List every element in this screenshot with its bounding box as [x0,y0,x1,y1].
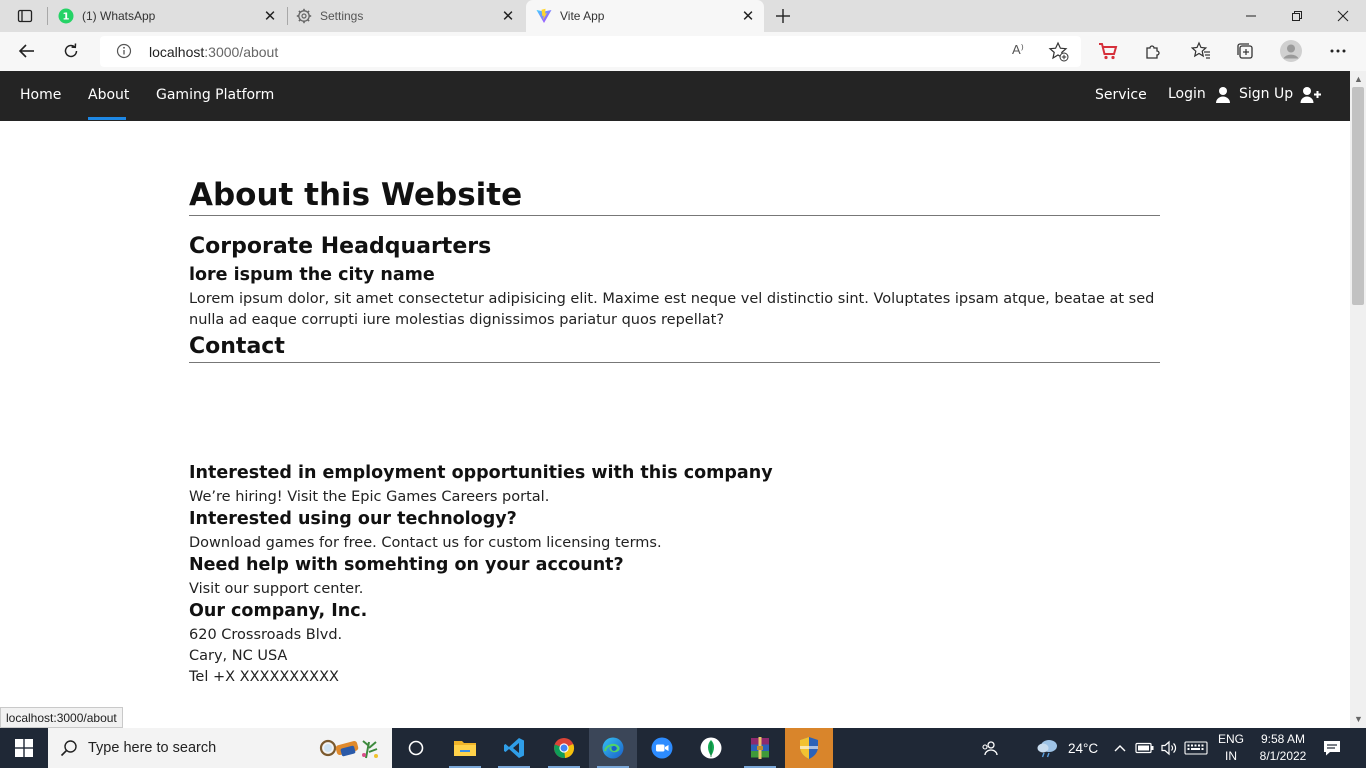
address-bar-row: localhost:3000/about A⁾ [0,32,1366,71]
company-heading: Our company, Inc. [189,601,368,621]
more-options-icon[interactable] [1325,38,1351,64]
refresh-icon[interactable] [56,36,86,66]
language-code: ENG [1217,732,1244,746]
url-text: localhost:3000/about [149,44,279,60]
active-nav-indicator [88,117,126,120]
tab-actions-icon[interactable] [8,4,42,28]
close-tab-icon[interactable]: ✕ [740,8,756,25]
web-page: Home About Gaming Platform Service Login… [0,71,1350,728]
tab-vite-app[interactable]: Vite App ✕ [526,0,764,32]
windows-taskbar: Type here to search 24°C ENG IN 9:58 AM … [0,728,1366,768]
tab-label: (1) WhatsApp [82,9,156,23]
user-icon[interactable] [1214,86,1232,104]
scroll-up-icon[interactable]: ▲ [1354,75,1363,84]
favorites-icon[interactable] [1188,38,1214,64]
nav-home-link[interactable]: Home [20,87,61,103]
mongodb-compass-icon[interactable] [687,728,735,768]
vite-logo-icon [536,8,552,24]
extensions-icon[interactable] [1140,38,1166,64]
help-text: Visit our support center. [189,581,364,597]
task-view-icon[interactable] [392,728,440,768]
hq-heading: Corporate Headquarters [189,234,492,259]
cloud-rain-icon [1037,740,1057,758]
close-tab-icon[interactable]: ✕ [262,8,278,25]
user-plus-icon[interactable] [1300,86,1322,104]
clock-date: 8/1/2022 [1259,749,1307,763]
help-heading: Need help with somehting on your account… [189,555,624,575]
add-favorite-icon[interactable] [1048,41,1070,63]
language-indicator[interactable]: ENG IN [1216,731,1246,765]
speaker-icon[interactable] [1160,728,1178,768]
restore-icon[interactable] [1274,0,1320,32]
search-highlight-illustration [316,734,386,762]
page-scrollbar[interactable]: ▲ ▼ [1350,71,1366,728]
shopping-cart-icon[interactable] [1095,38,1121,64]
tab-label: Settings [320,9,364,23]
collections-icon[interactable] [1232,38,1258,64]
contact-divider [189,362,1160,363]
scroll-down-icon[interactable]: ▼ [1354,715,1363,724]
back-arrow-icon[interactable] [12,36,42,66]
browser-tab-strip: 1 (1) WhatsApp ✕ Settings ✕ Vite App ✕ [0,0,1366,32]
gear-icon [296,8,312,24]
minimize-icon[interactable] [1228,0,1274,32]
site-navbar: Home About Gaming Platform Service Login… [0,71,1350,121]
info-icon[interactable] [116,43,132,59]
nav-service-link[interactable]: Service [1095,87,1147,103]
people-icon[interactable] [980,728,998,768]
edge-icon[interactable] [589,728,637,768]
vscode-icon[interactable] [490,728,538,768]
new-tab-button[interactable] [772,5,794,27]
svg-text:1: 1 [63,12,70,23]
windows-start-icon[interactable] [0,728,48,768]
address-line-1: 620 Crossroads Blvd. [189,627,343,643]
tab-label: Vite App [560,9,605,23]
employment-text: We’re hiring! Visit the Epic Games Caree… [189,489,550,505]
nav-signup-link[interactable]: Sign Up [1239,86,1293,102]
link-status-tooltip: localhost:3000/about [0,707,123,728]
profile-avatar[interactable] [1278,38,1304,64]
tab-whatsapp[interactable]: 1 (1) WhatsApp ✕ [50,0,286,32]
winrar-icon[interactable] [736,728,784,768]
nav-about-link[interactable]: About [88,87,129,103]
battery-icon[interactable] [1135,728,1155,768]
close-tab-icon[interactable]: ✕ [500,8,516,25]
nav-gaming-platform-link[interactable]: Gaming Platform [156,87,274,103]
phone-number: Tel +X XXXXXXXXXX [189,669,339,685]
keyboard-icon[interactable] [1184,728,1208,768]
search-icon [60,739,78,757]
address-input[interactable]: localhost:3000/about A⁾ [100,36,1081,67]
hq-paragraph: Lorem ipsum dolor, sit amet consectetur … [189,291,1155,328]
employment-heading: Interested in employment opportunities w… [189,463,773,483]
tab-settings[interactable]: Settings ✕ [288,0,524,32]
zoom-icon[interactable] [638,728,686,768]
title-divider [189,215,1160,216]
nav-login-link[interactable]: Login [1168,86,1206,102]
contact-heading: Contact [189,334,285,359]
region-code: IN [1225,749,1237,763]
technology-heading: Interested using our technology? [189,509,517,529]
whatsapp-icon: 1 [58,8,74,24]
taskbar-search-box[interactable]: Type here to search [48,728,392,768]
notifications-icon[interactable] [1322,728,1342,768]
page-title: About this Website [189,177,523,213]
address-line-2: Cary, NC USA [189,648,288,664]
city-heading: lore ispum the city name [189,265,435,285]
clock-time: 9:58 AM [1260,732,1306,746]
close-window-icon[interactable] [1320,0,1366,32]
read-aloud-icon[interactable]: A⁾ [1012,42,1024,58]
weather-widget[interactable]: 24°C [1036,728,1098,768]
search-placeholder: Type here to search [88,740,217,756]
system-clock[interactable]: 9:58 AM 8/1/2022 [1252,731,1314,765]
file-explorer-icon[interactable] [441,728,489,768]
tab-separator [47,7,48,25]
weather-temperature: 24°C [1068,740,1099,756]
technology-text: Download games for free. Contact us for … [189,535,662,551]
scrollbar-thumb[interactable] [1352,87,1364,305]
chrome-icon[interactable] [540,728,588,768]
security-shield-icon[interactable] [785,728,833,768]
chevron-up-icon[interactable] [1114,728,1126,768]
